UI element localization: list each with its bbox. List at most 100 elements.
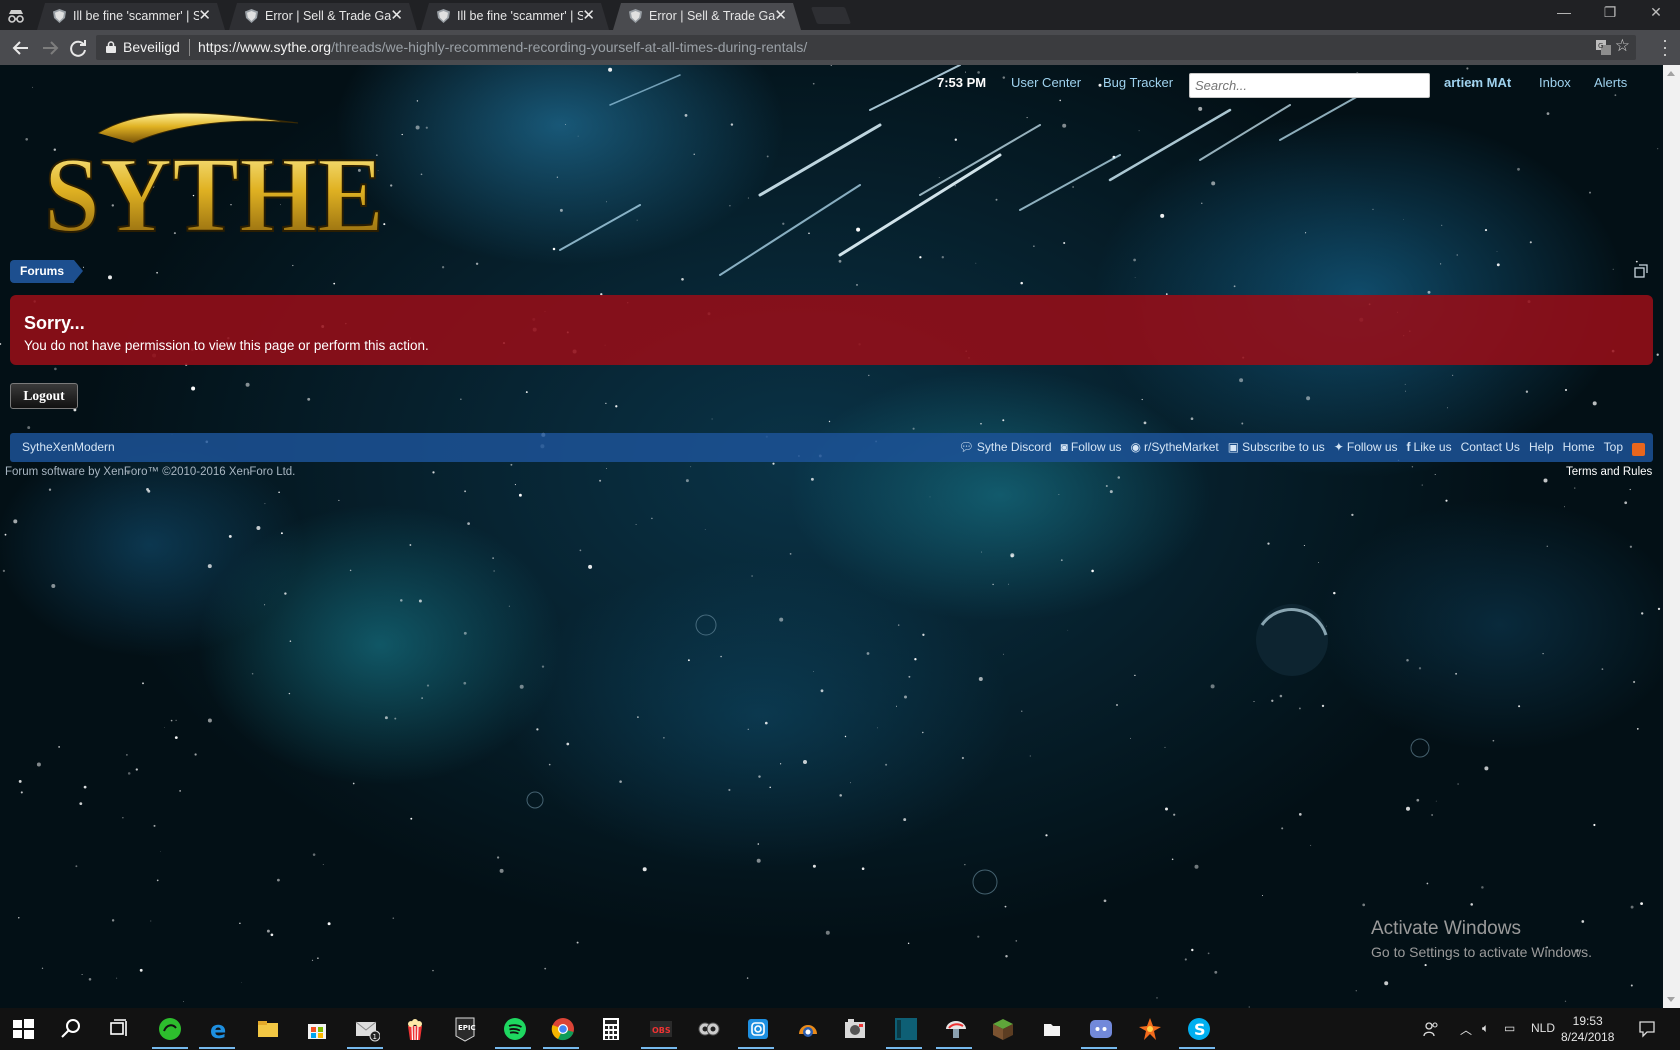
tab-close-icon[interactable]: ✕ [774,6,787,24]
inbox-link[interactable]: Inbox [1539,75,1571,90]
action-center-icon[interactable] [1638,1020,1656,1038]
alerts-link[interactable]: Alerts [1594,75,1627,90]
tab-close-icon[interactable]: ✕ [582,6,595,24]
browser-toolbar: Beveiligd https://www.sythe.org/threads/… [0,30,1680,65]
spotify-icon[interactable] [500,1014,530,1044]
lock-icon [106,41,116,53]
browser-tab-active[interactable]: Error | Sell & Trade Game ✕ [613,3,801,30]
obs-icon[interactable]: OBS [646,1014,676,1044]
search-icon[interactable] [56,1014,86,1044]
footer-link-top[interactable]: Top [1604,440,1623,454]
page-scrollbar[interactable] [1663,65,1680,1008]
twitter-icon: ✦ [1333,440,1344,454]
back-arrow-icon[interactable] [10,37,32,59]
discord-icon[interactable] [1086,1014,1116,1044]
bookmark-app-icon[interactable] [891,1014,921,1044]
browser-tab[interactable]: Ill be fine 'scammer' | Sell ✕ [421,3,609,30]
facebook-icon: f [1406,440,1411,454]
footer-links: 💬︎ Sythe Discord ◙ Follow us ◉ r/SytheMarke… [959,440,1645,456]
minecraft-icon[interactable] [988,1014,1018,1044]
footer-link-instagram[interactable]: ◙ Follow us [1061,440,1122,454]
reddit-icon: ◉ [1130,440,1142,454]
taskbar-clock[interactable]: 19:53 8/24/2018 [1561,1013,1614,1045]
footer-link-reddit[interactable]: ◉ r/SytheMarket [1131,440,1219,454]
footer-link-youtube[interactable]: ▣ Subscribe to us [1228,440,1325,454]
reload-icon[interactable] [67,37,89,59]
minimize-icon[interactable]: — [1542,4,1586,20]
address-bar[interactable]: Beveiligd https://www.sythe.org/threads/… [96,35,1636,60]
game-icon[interactable] [1135,1014,1165,1044]
terms-link[interactable]: Terms and Rules [1566,466,1652,478]
instagram-icon: ◙ [1060,440,1068,454]
mail-icon[interactable]: 1 [352,1014,382,1044]
footer-link-contact[interactable]: Contact Us [1461,440,1520,454]
incognito-icon [8,10,24,23]
window-close-icon[interactable]: ✕ [1634,4,1678,21]
svg-text:G: G [1598,42,1603,50]
translate-icon[interactable]: G [1595,39,1612,56]
folder-icon[interactable] [1037,1014,1067,1044]
photo-icon[interactable] [840,1014,870,1044]
chrome-menu-icon[interactable]: · · · [1662,31,1668,63]
footer-link-home[interactable]: Home [1563,440,1595,454]
url-text: https://www.sythe.org/threads/we-highly-… [198,39,808,55]
bug-tracker-link[interactable]: Bug Tracker [1103,75,1173,90]
instagram-icon[interactable] [743,1014,773,1044]
logout-button[interactable]: Logout [10,383,78,409]
file-explorer-icon[interactable] [253,1014,283,1044]
maximize-icon[interactable]: ❐ [1588,4,1632,21]
error-message-box: Sorry... You do not have permission to v… [10,295,1653,365]
skype-icon[interactable]: S [1184,1014,1214,1044]
chevron-up-icon[interactable]: ︿ [1460,1021,1472,1038]
razer-icon[interactable] [155,1014,185,1044]
edge-icon[interactable]: e [205,1014,235,1044]
footer-link-help[interactable]: Help [1529,440,1554,454]
chat-icon: 💬︎ [958,440,974,454]
volume-icon[interactable]: 🔈︎ [1482,1021,1489,1036]
bookmark-star-icon[interactable]: ☆ [1615,36,1630,56]
username-link[interactable]: artiem MAt [1444,75,1511,90]
footer-link-twitter[interactable]: ✦ Follow us [1334,440,1398,454]
rss-icon[interactable] [1632,442,1645,456]
blender-icon[interactable] [793,1014,823,1044]
shield-favicon-icon [629,9,642,23]
shield-favicon-icon [53,9,66,23]
browser-tab[interactable]: Ill be fine 'scammer' | Sell ✕ [37,3,225,30]
breadcrumb-forums[interactable]: Forums [10,260,84,283]
sythe-logo[interactable]: SYTHE [38,103,398,243]
scroll-down-arrow-icon[interactable] [1667,997,1675,1002]
user-center-link[interactable]: User Center [1011,75,1081,90]
network-icon[interactable]: ▭ [1504,1021,1515,1035]
footer-link-facebook[interactable]: f Like us [1407,440,1452,454]
forward-arrow-icon[interactable] [39,37,61,59]
windows-taskbar: e 1 EPIC OBS S ︿ 🔈︎ ▭ NLD 19:53 8/24/201… [0,1008,1680,1050]
copyright-text[interactable]: Forum software by XenForo™ ©2010-2016 Xe… [5,466,295,478]
scroll-up-arrow-icon[interactable] [1667,71,1675,76]
calculator-icon[interactable] [596,1014,626,1044]
footer-link-discord[interactable]: 💬︎ Sythe Discord [959,440,1052,454]
youtube-icon: ▣ [1227,440,1240,454]
footer-bar: SytheXenModern 💬︎ Sythe Discord ◙ Follow u… [10,433,1653,462]
browser-tab-strip: Ill be fine 'scammer' | Sell ✕ Error | S… [0,0,1680,30]
tor-icon[interactable] [694,1014,724,1044]
security-label: Beveiligd [123,39,180,55]
tab-close-icon[interactable]: ✕ [390,6,403,24]
epic-games-icon[interactable]: EPIC [450,1014,480,1044]
chrome-icon[interactable] [548,1014,578,1044]
mushroom-icon[interactable] [941,1014,971,1044]
language-indicator[interactable]: NLD [1531,1021,1555,1035]
task-view-icon[interactable] [104,1014,134,1044]
browser-tab[interactable]: Error | Sell & Trade Game ✕ [229,3,417,30]
server-time: 7:53 PM [937,75,987,90]
popcorn-icon[interactable] [400,1014,430,1044]
style-chooser-link[interactable]: SytheXenModern [22,440,115,454]
tab-close-icon[interactable]: ✕ [198,6,211,24]
new-tab-button[interactable] [810,7,852,24]
people-icon[interactable] [1422,1020,1440,1038]
search-input[interactable] [1189,73,1430,98]
shield-favicon-icon [245,9,258,23]
tab-title: Ill be fine 'scammer' | Sell [73,9,199,23]
windows-start-icon[interactable] [8,1014,38,1044]
store-icon[interactable] [302,1014,332,1044]
expand-icon[interactable] [1634,264,1648,278]
